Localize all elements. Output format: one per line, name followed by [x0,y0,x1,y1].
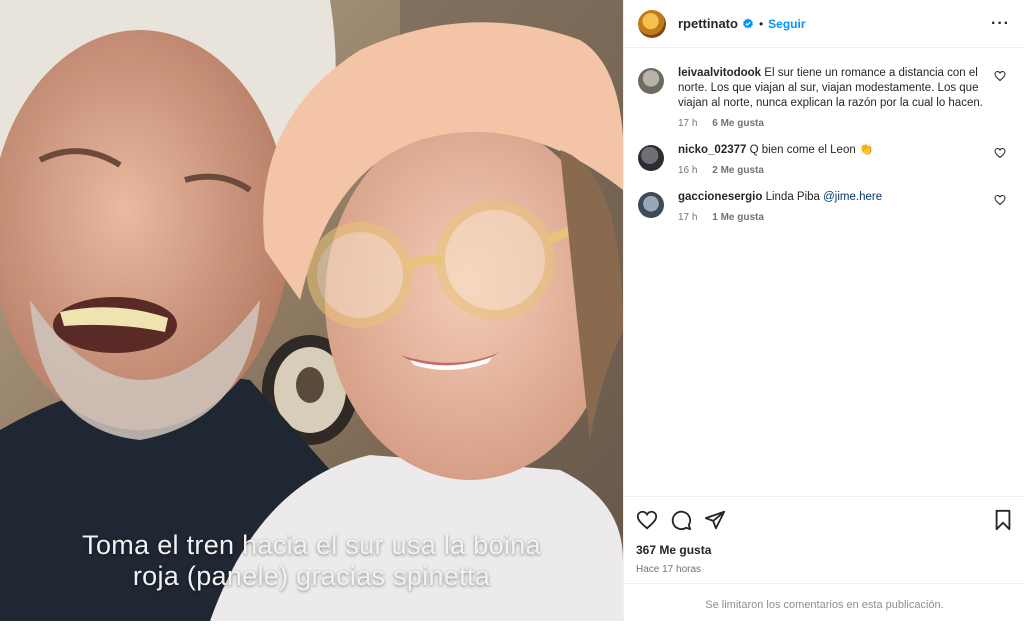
comment-like-heart-icon[interactable] [994,147,1006,159]
comment-username[interactable]: leivaalvitodook [678,67,761,79]
comments-list: leivaalvitodook El sur tiene un romance … [624,48,1024,223]
comment-likes[interactable]: 6 Me gusta [712,118,764,129]
comment-username[interactable]: nicko_02377 [678,144,746,156]
comment-likes[interactable]: 1 Me gusta [712,212,764,223]
post-timestamp[interactable]: Hace 17 horas [636,564,1013,575]
commenter-avatar[interactable] [638,68,664,94]
commenter-avatar[interactable] [638,192,664,218]
more-options-button[interactable]: ··· [991,15,1010,33]
comment-username[interactable]: gaccionesergio [678,191,762,203]
verified-badge-icon [743,18,753,28]
post-caption-overlay: Toma el tren hacia el sur usa la boina r… [0,530,623,592]
comment-bubble-icon[interactable] [670,509,692,531]
photo-illustration [0,0,623,621]
comment-time[interactable]: 17 h [678,212,697,223]
comment-likes[interactable]: 2 Me gusta [712,165,764,176]
post-like-count[interactable]: 367 Me gusta [636,543,1013,557]
post-side-panel: rpettinato • Seguir ··· leivaalvitodook … [623,0,1024,621]
like-heart-icon[interactable] [636,509,658,531]
author-username[interactable]: rpettinato [678,16,738,31]
save-bookmark-icon[interactable] [993,509,1013,531]
comment-time[interactable]: 17 h [678,118,697,129]
comment-item: nicko_02377 Q bien come el Leon 👏 16 h 2… [638,143,1010,176]
caption-line-2: roja (panele) gracias spinetta [132,561,491,591]
separator-dot: • [758,16,764,31]
comment-time[interactable]: 16 h [678,165,697,176]
follow-button[interactable]: Seguir [768,17,805,31]
comment-item: leivaalvitodook El sur tiene un romance … [638,66,1010,129]
comment-like-heart-icon[interactable] [994,194,1006,206]
author-avatar[interactable] [638,9,666,38]
caption-line-1: Toma el tren hacia el sur usa la boina [82,530,541,560]
comment-text: Q bien come el Leon 👏 [749,144,874,156]
commenter-avatar[interactable] [638,145,664,171]
comments-limited-notice: Se limitaron los comentarios en esta pub… [624,583,1024,621]
comment-item: gaccionesergio Linda Piba @jime.here 17 … [638,190,1010,223]
share-send-icon[interactable] [704,509,726,531]
comment-mention-link[interactable]: @jime.here [823,191,882,203]
comment-like-heart-icon[interactable] [994,70,1006,82]
comment-text: Linda Piba [765,191,824,203]
post-header: rpettinato • Seguir ··· [624,0,1024,48]
post-actions: 367 Me gusta Hace 17 horas [624,496,1024,575]
post-image[interactable]: Toma el tren hacia el sur usa la boina r… [0,0,623,621]
